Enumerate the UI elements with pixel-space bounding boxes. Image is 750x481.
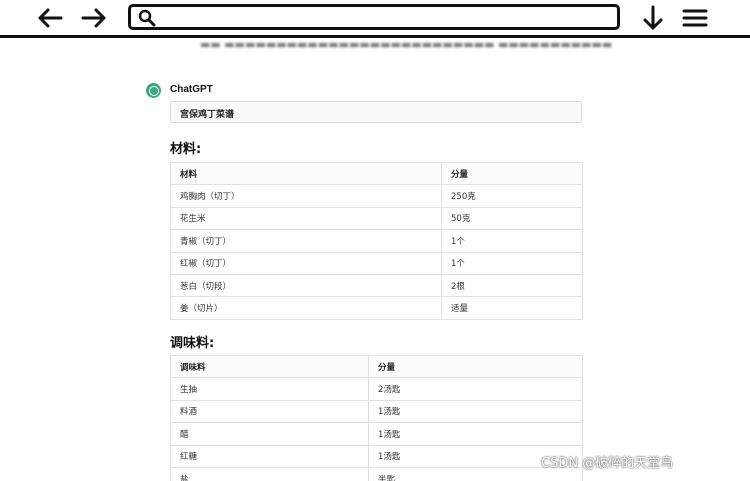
table-row: 生抽 2汤匙 <box>170 377 583 401</box>
back-button[interactable] <box>35 5 65 31</box>
table-header-row: 材料 分量 <box>170 161 583 186</box>
seasoning-amount: 2汤匙 <box>368 377 583 401</box>
chat-content: ▬▬ ▬▬▬▬▬▬▬▬▬▬▬▬▬▬▬▬▬▬▬▬▬▬▬▬▬▬ ▬▬▬▬▬▬▬▬▬▬… <box>0 38 750 481</box>
address-search-bar[interactable] <box>128 4 620 30</box>
recipe-title: 宫保鸡丁菜谱 <box>180 110 235 120</box>
ingredient-name: 红椒（切丁） <box>170 251 442 275</box>
seasoning-amount: 1汤匙 <box>368 422 583 446</box>
ingredient-amount: 1个 <box>441 251 583 275</box>
browser-toolbar <box>0 0 750 38</box>
ingredient-amount: 适量 <box>441 296 583 320</box>
table-row: 醋 1汤匙 <box>170 422 583 446</box>
cut-off-user-prompt: ▬▬ ▬▬▬▬▬▬▬▬▬▬▬▬▬▬▬▬▬▬▬▬▬▬▬▬▬▬ ▬▬▬▬▬▬▬▬▬▬… <box>200 38 613 51</box>
chatgpt-avatar-icon <box>146 83 161 98</box>
seasoning-name: 红糖 <box>170 444 369 468</box>
author-name: ChatGPT <box>170 84 213 95</box>
ingredient-name: 葱白（切段） <box>170 273 442 298</box>
arrow-down-icon <box>643 5 663 30</box>
ingredients-heading: 材料: <box>170 142 202 157</box>
table-row: 青椒（切丁） 1个 <box>170 229 583 253</box>
ingredient-name: 青椒（切丁） <box>170 229 442 253</box>
forward-button[interactable] <box>79 5 109 31</box>
recipe-title-box: 宫保鸡丁菜谱 <box>170 101 582 123</box>
arrow-left-icon <box>38 8 63 28</box>
hamburger-menu-icon <box>682 9 708 27</box>
seasoning-amount: 1汤匙 <box>368 399 583 424</box>
seasoning-name: 料酒 <box>170 399 369 424</box>
table-row: 盐半匙 <box>170 466 583 481</box>
table-row: 姜（切片） 适量 <box>170 296 583 320</box>
arrow-right-icon <box>81 8 106 28</box>
ingredients-table: 材料 分量 鸡胸肉（切丁） 250克 花生米 50克 青椒（切丁） 1个 红椒（切丁）… <box>170 161 583 320</box>
menu-button[interactable] <box>680 5 710 31</box>
seasoning-name: 醋 <box>170 422 369 446</box>
table-row: 红椒（切丁） 1个 <box>170 251 583 275</box>
ingredient-amount: 2根 <box>441 273 583 298</box>
seasonings-table: 调味料 分量 生抽 2汤匙 料酒 1汤匙 醋 1汤匙 红糖 1汤匙 盐半匙 <box>170 354 583 481</box>
seasoning-name: 盐 <box>170 466 369 481</box>
table-row: 鸡胸肉（切丁） 250克 <box>170 184 583 208</box>
ingredient-amount: 1个 <box>441 229 583 253</box>
table-row: 料酒 1汤匙 <box>170 399 583 424</box>
column-header: 分量 <box>368 354 583 379</box>
table-row: 红糖 1汤匙 <box>170 444 583 468</box>
ingredient-name: 姜（切片） <box>170 296 442 320</box>
table-row: 葱白（切段） 2根 <box>170 273 583 298</box>
seasoning-name: 生抽 <box>170 377 369 401</box>
table-row: 花生米 50克 <box>170 206 583 231</box>
column-header: 调味料 <box>170 354 369 379</box>
table-header-row: 调味料 分量 <box>170 354 583 379</box>
column-header: 材料 <box>170 161 442 186</box>
ingredient-amount: 50克 <box>441 206 583 231</box>
column-header: 分量 <box>441 161 583 186</box>
seasonings-heading: 调味料: <box>170 336 215 351</box>
ingredient-name: 鸡胸肉（切丁） <box>170 184 442 208</box>
csdn-watermark: CSDN @破碎的天堂鸟 <box>541 456 674 471</box>
search-icon <box>138 9 156 27</box>
ingredient-amount: 250克 <box>441 184 583 208</box>
ingredient-name: 花生米 <box>170 206 442 231</box>
download-button[interactable] <box>638 5 668 31</box>
search-input[interactable] <box>163 9 603 26</box>
